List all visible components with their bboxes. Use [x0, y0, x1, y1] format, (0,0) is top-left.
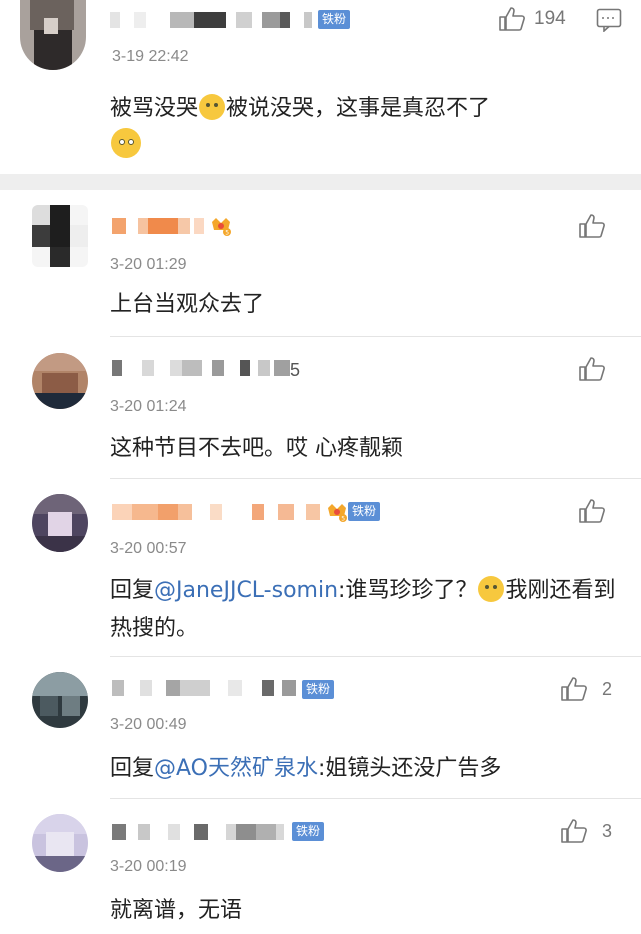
fan-badge: 铁粉 [348, 502, 381, 521]
user-mention-link[interactable]: @AO天然矿泉水 [154, 756, 318, 781]
comment-timestamp: 3-20 00:49 [110, 716, 187, 733]
avatar[interactable] [20, 0, 86, 70]
username-blurred[interactable] [112, 824, 292, 840]
like-count: 194 [534, 8, 566, 29]
comment-text: 上台当观众去了 [110, 292, 265, 317]
thumbs-up-icon[interactable] [578, 356, 606, 382]
user-mention-link[interactable]: @JaneJJCL-somin [154, 578, 338, 603]
avatar[interactable] [32, 814, 88, 872]
like-count: 3 [602, 820, 613, 841]
username-blurred[interactable] [110, 12, 312, 28]
username-blurred[interactable] [112, 218, 204, 234]
username-blurred[interactable] [112, 680, 302, 696]
comment-timestamp: 3-20 01:24 [110, 398, 187, 415]
vip-crown-icon: 5 [328, 504, 347, 523]
like-count: 2 [602, 678, 613, 699]
comment-text: 回复@AO天然矿泉水:姐镜头还没广告多 [110, 756, 502, 781]
thumbs-up-icon[interactable] [578, 213, 606, 239]
like-button[interactable]: 3 [560, 818, 612, 844]
username-blurred[interactable] [112, 504, 322, 520]
comment-timestamp: 3-20 01:29 [110, 256, 187, 273]
comment-text: 就离谱，无语 [110, 898, 243, 923]
fan-badge: 铁粉 [292, 822, 325, 841]
avatar[interactable] [32, 494, 88, 552]
divider [110, 336, 641, 337]
comment-text: 被骂没哭 被说没哭，这事是真忍不了 [110, 90, 620, 166]
svg-text:5: 5 [225, 230, 229, 237]
divider [110, 478, 641, 479]
main-comment: 铁粉 3-19 22:42 194 被骂没哭 被说没哭，这事是真忍不了 [0, 0, 641, 174]
hug-emoji-icon [478, 576, 505, 602]
avatar[interactable] [32, 672, 88, 728]
flushed-emoji-icon [111, 128, 141, 158]
avatar[interactable] [32, 353, 88, 409]
like-button[interactable]: 194 [498, 6, 566, 32]
comment-timestamp: 3-20 00:19 [110, 858, 187, 875]
username-suffix: 5 [290, 360, 301, 380]
thumbs-up-icon [561, 819, 587, 843]
like-button[interactable]: 2 [560, 676, 612, 702]
section-divider [0, 174, 641, 190]
comment-timestamp: 3-19 22:42 [112, 48, 189, 65]
thumbs-up-icon [499, 7, 525, 31]
comment-text: 这种节目不去吧。哎 心疼靓颖 [110, 436, 403, 461]
divider [110, 656, 641, 657]
fan-badge: 铁粉 [318, 10, 351, 29]
thumbs-up-icon[interactable] [578, 498, 606, 524]
thumbs-up-icon [561, 677, 587, 701]
divider [110, 798, 641, 799]
fan-badge: 铁粉 [302, 680, 335, 699]
username-blurred[interactable] [112, 360, 292, 376]
vip-crown-icon: 5 [212, 218, 231, 237]
comment-timestamp: 3-20 00:57 [110, 540, 187, 557]
sweat-emoji-icon [199, 94, 226, 120]
svg-text:5: 5 [341, 516, 345, 523]
comment-icon[interactable] [596, 8, 622, 32]
comment-text: 回复@JaneJJCL-somin:谁骂珍珍了？ 我刚还看到热搜的。 [110, 576, 616, 641]
avatar[interactable] [32, 205, 88, 267]
